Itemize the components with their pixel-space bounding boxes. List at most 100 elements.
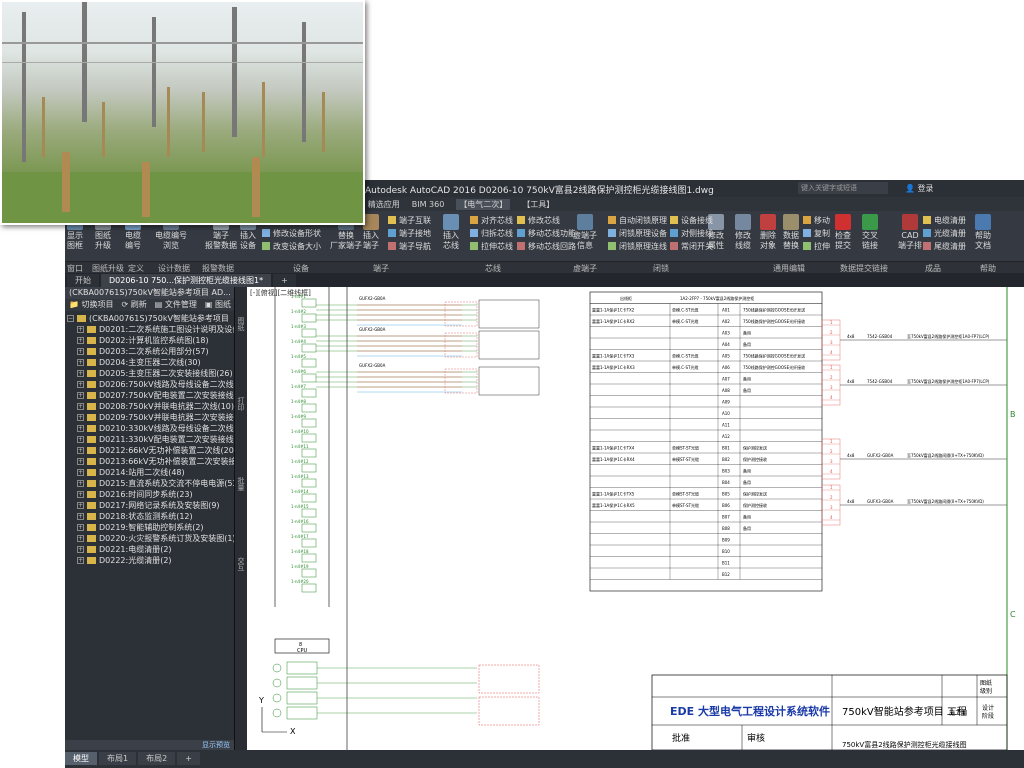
data-replace-button[interactable]: 数据 替换 — [783, 214, 799, 251]
tree-item[interactable]: + D0222:光缆清册(2) — [67, 555, 234, 566]
menu-tab[interactable]: BIM 360 — [412, 200, 445, 209]
ribbon-small-button[interactable]: 尾缆清册 — [923, 241, 966, 252]
tree-item[interactable]: + D0211:330kV配电装置二次安装接线图(60) — [67, 434, 234, 445]
layout-tab[interactable]: 模型 — [65, 752, 97, 765]
panel-tool-button[interactable]: ▣ 图纸 — [205, 299, 231, 311]
layout-tab[interactable]: 布局1 — [99, 752, 137, 765]
panel-tool-button[interactable]: ▤ 文件管理 — [155, 299, 197, 311]
ribbon-small-button[interactable]: 修改设备形状 — [262, 228, 321, 239]
insert-core-button[interactable]: 插入 芯线 — [443, 214, 459, 251]
search-input[interactable]: 键入关键字或短语 — [798, 182, 888, 194]
ribbon-small-button[interactable]: 拉伸 — [803, 241, 830, 252]
tree-item[interactable]: + D0220:火灾报警系统订货及安装图(1) — [67, 533, 234, 544]
ribbon-small-button[interactable]: 常闭开关 — [670, 241, 713, 252]
check-submit-button[interactable]: 检查 提交 — [835, 214, 851, 251]
menu-tab[interactable]: 精选应用 — [368, 199, 400, 210]
expand-icon[interactable]: + — [77, 491, 84, 498]
ribbon-small-button[interactable]: 复制 — [803, 228, 830, 239]
modify-cable-button[interactable]: 修改 线缆 — [735, 214, 751, 251]
cad-terminal-strip-button[interactable]: CAD 端子排 — [898, 214, 922, 251]
ribbon-small-button[interactable]: 拉伸芯线 — [470, 241, 513, 252]
tree-item[interactable]: + D0202:计算机监控系统图(18) — [67, 335, 234, 346]
document-tab[interactable]: 开始 — [67, 274, 99, 287]
ribbon-small-button[interactable]: 修改芯线 — [517, 215, 560, 226]
tree-item[interactable]: + D0212:66kV无功补偿装置二次线(20) — [67, 445, 234, 456]
layout-tab[interactable]: 布局2 — [138, 752, 176, 765]
login-button[interactable]: 👤 登录 — [905, 183, 934, 194]
expand-icon[interactable]: + — [77, 337, 84, 344]
expand-icon[interactable]: + — [77, 403, 84, 410]
expand-icon[interactable]: + — [77, 469, 84, 476]
document-tab[interactable]: + — [273, 274, 296, 287]
tree-item[interactable]: + D0215:直流系统及交流不停电电源(53) — [67, 478, 234, 489]
tree-item[interactable]: + D0213:66kV无功补偿装置二次安装接线图(1 — [67, 456, 234, 467]
insert-terminal-button[interactable]: 插入 端子 — [363, 214, 379, 251]
tree-item[interactable]: + D0221:电缆清册(2) — [67, 544, 234, 555]
collapse-icon[interactable]: − — [67, 315, 74, 322]
side-strip-label[interactable]: 交互 — [236, 557, 246, 571]
delete-object-button[interactable]: 删除 对象 — [760, 214, 776, 251]
tree-item[interactable]: + D0214:站用二次线(48) — [67, 467, 234, 478]
tree-item[interactable]: + D0217:网络记录系统及安装图(9) — [67, 500, 234, 511]
expand-icon[interactable]: + — [77, 425, 84, 432]
expand-icon[interactable]: + — [77, 513, 84, 520]
expand-icon[interactable]: + — [77, 480, 84, 487]
tree-item[interactable]: + D0201:二次系统施工图设计说明及设备材料汇 — [67, 324, 234, 335]
ribbon-small-button[interactable]: 端子接地 — [388, 228, 431, 239]
expand-icon[interactable]: + — [77, 392, 84, 399]
ribbon-small-button[interactable]: 移动 — [803, 215, 830, 226]
tree-root[interactable]: − (CKBA00761S)750kV智能站参考项目 — [67, 313, 234, 324]
ribbon-small-button[interactable]: 端子互联 — [388, 215, 431, 226]
expand-icon[interactable]: + — [77, 414, 84, 421]
tree-item[interactable]: + D0205:主变压器二次安装接线图(26) — [67, 368, 234, 379]
side-strip-label[interactable]: 批量 — [236, 477, 246, 491]
ribbon-small-button[interactable]: 移动芯线功能 — [517, 228, 576, 239]
drawing-svg[interactable]: [-][俯视][二维线框]1-n4#11-n4#21-n4#31-n4#41-n… — [247, 287, 1024, 750]
expand-icon[interactable]: + — [77, 326, 84, 333]
panel-tool-button[interactable]: 📁 切换项目 — [69, 299, 114, 311]
expand-icon[interactable]: + — [77, 502, 84, 509]
document-tab[interactable]: D0206-10 750...保护测控柜光缆接线图1* — [101, 274, 272, 287]
expand-icon[interactable]: + — [77, 359, 84, 366]
expand-icon[interactable]: + — [77, 370, 84, 377]
tree-item[interactable]: + D0216:时间同步系统(23) — [67, 489, 234, 500]
tree-item[interactable]: + D0208:750kV并联电抗器二次线(10) — [67, 401, 234, 412]
expand-icon[interactable]: + — [77, 546, 84, 553]
drawing-canvas[interactable]: [-][俯视][二维线框] 1-n4#1 1-n4#2 1-n4#3 1-n4#4 1-n… — [247, 287, 1024, 750]
tree-item[interactable]: + D0209:750kV并联电抗器二次安装接线图(18 — [67, 412, 234, 423]
ribbon-small-button[interactable]: 设备接线 — [670, 215, 713, 226]
expand-icon[interactable]: + — [77, 436, 84, 443]
ribbon-small-button[interactable]: 归拆芯线 — [470, 228, 513, 239]
help-doc-button[interactable]: 帮助 文档 — [975, 214, 991, 251]
tree-item[interactable]: + D0218:状态监测系统(12) — [67, 511, 234, 522]
ribbon-small-button[interactable]: 电缆清册 — [923, 215, 966, 226]
ribbon-small-button[interactable]: 闭锁原理设备 — [608, 228, 667, 239]
expand-icon[interactable]: + — [77, 535, 84, 542]
side-strip-label[interactable]: 图纸 — [236, 317, 246, 331]
menu-tab[interactable]: 【电气二次】 — [456, 198, 511, 210]
tree-item[interactable]: + D0204:主变压器二次线(30) — [67, 357, 234, 368]
tree-item[interactable]: + D0219:智能辅助控制系统(2) — [67, 522, 234, 533]
side-strip-label[interactable]: 打印 — [236, 397, 246, 411]
tree-item[interactable]: + D0203:二次系统公用部分(57) — [67, 346, 234, 357]
panel-tool-button[interactable]: ⟳ 刷新 — [122, 299, 147, 311]
ribbon-small-button[interactable]: 移动芯线回路 — [517, 241, 576, 252]
layout-tab[interactable]: + — [177, 752, 200, 765]
cross-link-button[interactable]: 交叉 链接 — [862, 214, 878, 251]
ribbon-small-button[interactable]: 端子导航 — [388, 241, 431, 252]
ribbon-small-button[interactable]: 光缆清册 — [923, 228, 966, 239]
ribbon-small-button[interactable]: 闭锁原理连线 — [608, 241, 667, 252]
ribbon-small-button[interactable]: 对齐芯线 — [470, 215, 513, 226]
tree-item[interactable]: + D0206:750kV线路及母线设备二次线(62) — [67, 379, 234, 390]
tree-item[interactable]: + D0207:750kV配电装置二次安装接线图(69) — [67, 390, 234, 401]
virtual-terminal-info-button[interactable]: 虚端子 信息 — [573, 214, 597, 251]
expand-icon[interactable]: + — [77, 447, 84, 454]
ribbon-small-button[interactable]: 对侧接线 — [670, 228, 713, 239]
ribbon-small-button[interactable]: 改变设备大小 — [262, 241, 321, 252]
tree-item[interactable]: + D0210:330kV线路及母线设备二次线(81) — [67, 423, 234, 434]
expand-icon[interactable]: + — [77, 381, 84, 388]
menu-tab[interactable]: 【工具】 — [522, 199, 554, 210]
show-preview-link[interactable]: 显示预览 — [202, 740, 230, 750]
expand-icon[interactable]: + — [77, 458, 84, 465]
expand-icon[interactable]: + — [77, 348, 84, 355]
